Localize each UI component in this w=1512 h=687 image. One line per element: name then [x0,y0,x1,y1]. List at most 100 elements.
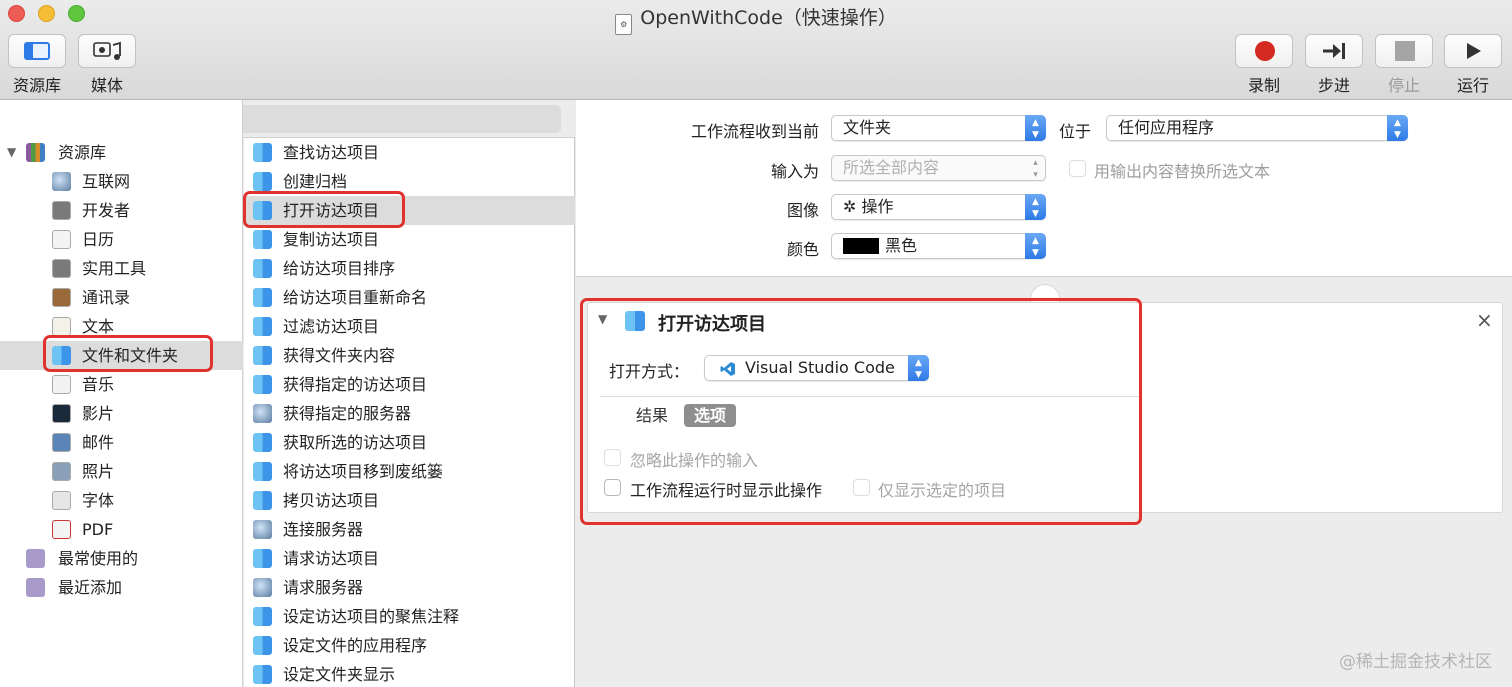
action-label: 获得指定的服务器 [283,404,412,423]
action-item[interactable]: 设定文件夹显示 [244,660,575,687]
action-label: 获得指定的访达项目 [283,375,428,394]
library-button[interactable] [8,34,66,68]
sidebar-item-label: 邮件 [82,433,115,452]
sidebar-item-recently-added[interactable]: 最近添加 [0,573,243,602]
input-popup[interactable]: 所选全部内容 ▴ ▾ [831,155,1046,181]
color-label: 颜色 [786,240,819,259]
finder-icon [253,230,272,249]
finder-icon [253,346,272,365]
step-icon [1323,43,1345,59]
record-label: 录制 [1247,76,1280,95]
sidebar-item-label: 照片 [82,462,115,481]
color-value: 黑色 [885,236,918,255]
action-item[interactable]: 获取所选的访达项目 [244,428,575,457]
sidebar-item-developer[interactable]: 开发者 [0,196,243,225]
media-label: 媒体 [90,76,123,95]
fonts-icon [52,491,71,510]
color-popup[interactable]: 黑色 ▲ ▼ [831,233,1046,259]
action-label: 给访达项目重新命名 [283,288,428,307]
action-label: 复制访达项目 [283,230,380,249]
action-label: 查找访达项目 [283,143,380,162]
sidebar-item-calendar[interactable]: 日历 [0,225,243,254]
calendar-icon [52,230,71,249]
sidebar-item-label: 字体 [82,491,115,510]
updown-arrows-icon: ▲ ▼ [1025,115,1046,141]
application-popup[interactable]: 任何应用程序 ▲ ▼ [1106,115,1408,141]
step-button[interactable] [1305,34,1363,68]
sidebar-item-internet[interactable]: 互联网 [0,167,243,196]
smart-folder-icon [26,578,45,597]
sidebar-item-movies[interactable]: 影片 [0,399,243,428]
sidebar-item-utilities[interactable]: 实用工具 [0,254,243,283]
sidebar-item-label: 音乐 [82,375,115,394]
finder-icon [253,375,272,394]
image-popup[interactable]: ✲ 操作 ▲ ▼ [831,194,1046,220]
action-label: 请求服务器 [283,578,364,597]
sidebar-item-label: PDF [82,520,114,539]
action-label: 给访达项目排序 [283,259,396,278]
media-icon [93,41,121,60]
stop-icon [1395,41,1415,61]
server-icon [253,578,272,597]
sidebar-item-mail[interactable]: 邮件 [0,428,243,457]
library-icon [24,42,50,60]
action-item[interactable]: 将访达项目移到废纸篓 [244,457,575,486]
action-label: 设定文件夹显示 [283,665,396,684]
receives-popup[interactable]: 文件夹 ▲ ▼ [831,115,1046,141]
action-item[interactable]: 连接服务器 [244,515,575,544]
updown-arrows-icon: ▲ ▼ [1025,194,1046,220]
sidebar-item-label: 影片 [82,404,115,423]
action-item[interactable]: 给访达项目排序 [244,254,575,283]
sidebar-item-most-used[interactable]: 最常使用的 [0,544,243,573]
sidebar-item-label: 互联网 [82,172,131,191]
action-item[interactable]: 请求服务器 [244,573,575,602]
finder-icon [253,172,272,191]
sidebar-item-photos[interactable]: 照片 [0,457,243,486]
close-icon[interactable]: × [1476,308,1493,332]
action-label: 连接服务器 [283,520,364,539]
record-button[interactable] [1235,34,1293,68]
action-item[interactable]: 设定访达项目的聚焦注释 [244,602,575,631]
finder-icon [253,549,272,568]
sidebar-item-label: 通讯录 [82,288,131,307]
highlight-open-finder-items [243,191,405,228]
disclosure-triangle-icon: ▼ [7,145,17,159]
action-item[interactable]: 获得指定的服务器 [244,399,575,428]
action-item[interactable]: 给访达项目重新命名 [244,283,575,312]
color-swatch [843,238,879,254]
contacts-icon [52,288,71,307]
library-books-icon [26,143,45,162]
action-item[interactable]: 获得指定的访达项目 [244,370,575,399]
in-label: 位于 [1059,122,1092,141]
sidebar-item-label: 开发者 [82,201,131,220]
input-label: 输入为 [770,162,819,181]
action-item[interactable]: 过滤访达项目 [244,312,575,341]
image-value: 操作 [861,197,894,216]
action-item[interactable]: 复制访达项目 [244,225,575,254]
action-item[interactable]: 查找访达项目 [244,138,575,167]
finder-icon [253,462,272,481]
sidebar-item-music[interactable]: 音乐 [0,370,243,399]
library-root[interactable]: ▼ 资源库 [0,138,243,167]
action-item[interactable]: 请求访达项目 [244,544,575,573]
sidebar-item-pdf[interactable]: PDF [0,515,243,544]
highlight-action-card [580,298,1142,525]
updown-arrows-icon: ▲ ▼ [1387,115,1408,141]
music-icon [52,375,71,394]
sidebar-item-contacts[interactable]: 通讯录 [0,283,243,312]
action-label: 拷贝访达项目 [283,491,380,510]
action-item[interactable]: 拷贝访达项目 [244,486,575,515]
action-item[interactable]: 获得文件夹内容 [244,341,575,370]
stop-button[interactable] [1375,34,1433,68]
media-button[interactable] [78,34,136,68]
sidebar-item-label: 最近添加 [58,578,123,597]
smart-folder-icon [26,549,45,568]
run-button[interactable] [1444,34,1502,68]
movies-icon [52,404,71,423]
action-item[interactable]: 设定文件的应用程序 [244,631,575,660]
mail-icon [52,433,71,452]
replace-text-checkbox[interactable] [1069,160,1086,177]
finder-icon [253,491,272,510]
receives-label: 工作流程收到当前 [690,122,819,141]
sidebar-item-fonts[interactable]: 字体 [0,486,243,515]
